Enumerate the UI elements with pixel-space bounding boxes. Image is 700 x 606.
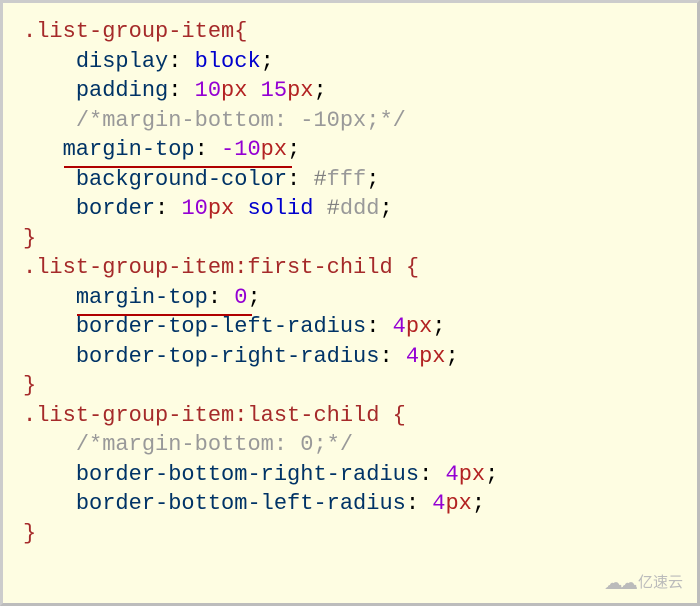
css-value-keyword: solid [247,196,313,221]
colon: : [287,167,300,192]
brace-close-line: } [23,371,697,401]
code-block: .list-group-item{ display: block; paddin… [0,0,700,606]
css-value-unit: px [208,196,234,221]
css-value-number: 0 [234,285,247,310]
colon: : [406,491,419,516]
watermark-text: 亿速云 [638,568,683,598]
css-comment: /*margin-bottom: 0;*/ [76,432,353,457]
semicolon: ; [432,314,445,339]
brace-close-line: } [23,519,697,549]
declaration-line: /*margin-bottom: -10px;*/ [23,106,697,136]
css-property: border [76,196,155,221]
css-hex-value: ddd [340,196,380,221]
css-property: display [76,49,168,74]
emphasis-underline [77,314,253,316]
declaration-line: border-top-left-radius: 4px; [23,312,697,342]
declaration-line: display: block; [23,47,697,77]
brace-open: { [393,403,406,428]
colon: : [366,314,379,339]
css-property: border-bottom-right-radius [76,462,419,487]
brace-close: } [23,373,36,398]
semicolon: ; [472,491,485,516]
css-value-number: -10 [221,137,261,162]
css-value-unit: px [419,344,445,369]
css-value-unit: px [459,462,485,487]
declaration-line: margin-top: 0; [23,283,697,313]
colon: : [168,49,181,74]
declaration-line: border-top-right-radius: 4px; [23,342,697,372]
css-selector: .list-group-item:first-child [23,255,406,280]
declaration-line: /*margin-bottom: 0;*/ [23,430,697,460]
selector-line: .list-group-item{ [23,17,697,47]
css-value-number: 4 [432,491,445,516]
selector-line: .list-group-item:last-child { [23,401,697,431]
declaration-line: border: 10px solid #ddd; [23,194,697,224]
brace-close: } [23,226,36,251]
semicolon: ; [445,344,458,369]
css-selector: .list-group-item:last-child [23,403,393,428]
watermark-icon: ☁☁ [604,574,634,593]
colon: : [195,137,208,162]
declaration-line: background-color: #fff; [23,165,697,195]
css-value-keyword: block [195,49,261,74]
colon: : [419,462,432,487]
declaration-line: margin-top: -10px; [23,135,697,165]
css-property: border-bottom-left-radius [76,491,406,516]
declaration-line: border-bottom-right-radius: 4px; [23,460,697,490]
semicolon: ; [247,285,260,310]
css-value-number: 15 [261,78,287,103]
watermark: ☁☁亿速云 [604,568,683,598]
css-comment: /*margin-bottom: -10px;*/ [76,108,406,133]
semicolon: ; [287,137,300,162]
css-property: border-top-left-radius [76,314,366,339]
semicolon: ; [366,167,379,192]
brace-close-line: } [23,224,697,254]
colon: : [208,285,221,310]
semicolon: ; [379,196,392,221]
css-value-unit: px [261,137,287,162]
semicolon: ; [485,462,498,487]
emphasis-underline [64,166,292,168]
brace-close: } [23,521,36,546]
css-value-unit: px [406,314,432,339]
css-property: padding [76,78,168,103]
css-value-number: 4 [445,462,458,487]
semicolon: ; [313,78,326,103]
css-value-unit: px [445,491,471,516]
css-value-number: 4 [393,314,406,339]
colon: : [155,196,168,221]
brace-open: { [234,19,247,44]
css-property: margin-top [63,137,195,162]
css-value-unit: px [287,78,313,103]
colon: : [379,344,392,369]
selector-line: .list-group-item:first-child { [23,253,697,283]
css-value-number: 10 [181,196,207,221]
css-selector: .list-group-item [23,19,234,44]
css-hash: # [313,167,326,192]
css-value-number: 10 [195,78,221,103]
css-property: margin-top [76,285,208,310]
css-hex-value: fff [327,167,367,192]
declaration-line: padding: 10px 15px; [23,76,697,106]
css-property: background-color [76,167,287,192]
semicolon: ; [261,49,274,74]
declaration-line: border-bottom-left-radius: 4px; [23,489,697,519]
css-property: border-top-right-radius [76,344,380,369]
css-value-number: 4 [406,344,419,369]
css-value-unit: px [221,78,247,103]
colon: : [168,78,181,103]
brace-open: { [406,255,419,280]
css-hash: # [327,196,340,221]
